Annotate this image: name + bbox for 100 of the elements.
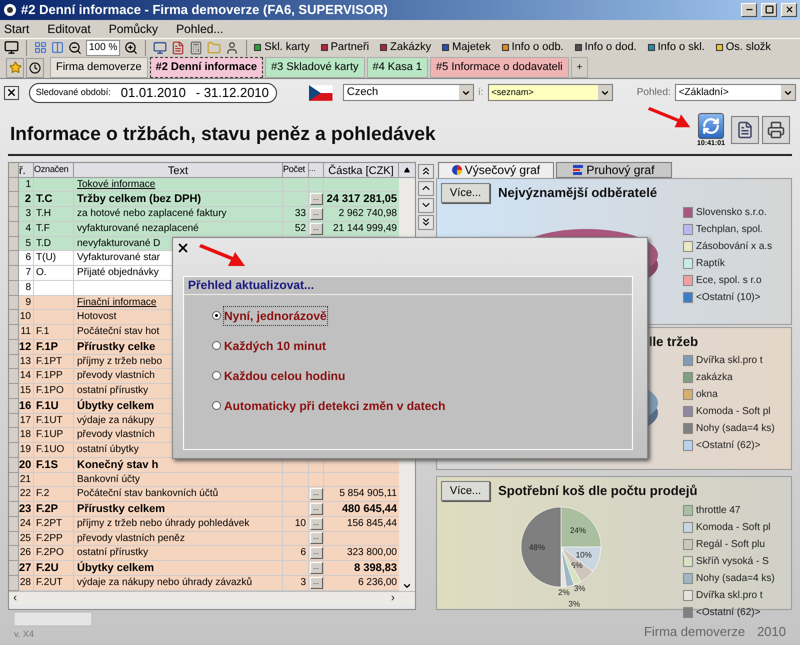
page-title: Informace o tržbách, stavu peněz a pohledávek [10,123,437,147]
view-label: Pohled: [636,86,671,100]
legend-label: Dvířka skl.pro t [696,589,763,603]
code-cell: T.F [36,222,50,234]
code-cell: F.2P [36,503,58,515]
text-cell: Přijaté objednávky [77,267,159,278]
count-cell: 52 [294,222,306,234]
slice-label: 2% [558,588,570,598]
code-cell: F.1UP [36,429,64,440]
text-cell: Vyfakturované star [77,252,160,264]
code-cell: T.D [36,238,51,248]
text-cell: výdaje za nákupy nebo úhrady závazků [77,576,252,588]
code-cell: F.1UT [36,414,63,426]
code-cell: F.1U [36,400,59,412]
legend-label: Slovensko s.r.o. [696,206,767,220]
amount-cell: 2 962 740,98 [338,208,397,219]
legend-label: <Ostatní (62)> [696,439,760,453]
code-cell: F.1 [36,326,50,337]
legend-label: Zásobování x a.s [696,240,772,254]
footer-year: 2010 [757,622,786,640]
text-cell: ostatní úbytky [77,444,139,455]
window-title: #2 Denní informace - Firma demoverze (FA6, SUPERVISOR) [21,1,389,19]
count-cell: 33 [294,208,306,219]
code-cell: F.1PP [36,370,63,382]
chart-title: Nejvýznamější odběratelé [498,184,658,202]
text-cell: převody vlastních [77,370,155,382]
chart-title: lle tržeb [648,332,698,350]
amount-cell: 156 845,44 [346,518,397,529]
code-cell: F.2 [36,488,50,500]
text-cell: Finační informace [77,296,156,308]
text-cell: příjmy z tržeb nebo [77,356,162,366]
text-cell: převody vlastních peněz [77,532,185,544]
legend-label: Komoda - Soft pl [696,521,770,535]
amount-cell: 323 800,00 [346,547,397,558]
filter-label: í: [478,86,484,100]
text-cell: výdaje za nákupy [77,414,154,426]
legend-label: Skříň vysoká - S [696,555,769,569]
legend-label: Nohy (sada=4 ks) [696,572,775,586]
text-cell: Tržby celkem (bez DPH) [77,193,202,206]
text-cell: Konečný stav h [77,458,158,471]
text-cell: Přírustky celke [77,340,156,353]
text-cell: převody vlastních [77,429,155,440]
period-label: Sledované období: [36,86,111,99]
slice-label: 10% [576,550,592,560]
dialog-title: Přehled aktualizovat... [188,277,314,294]
amount-cell: 21 144 999,49 [333,222,397,234]
text-cell: Bankovní účty [77,474,140,484]
text-cell: Počáteční stav hot [77,326,160,337]
text-cell: ostatní přírustky [77,547,148,558]
code-cell: F.2U [36,562,59,574]
chart-title: Spotřební koš dle počtu prodejů [498,482,698,500]
code-cell: T.H [36,208,51,219]
code-cell: F.1PO [36,385,64,396]
count-cell: 6 [300,547,306,558]
slice-label: 24% [570,526,586,536]
amount-cell: 5 854 905,11 [339,488,397,500]
slice-label: 3% [574,584,586,594]
code-cell: F.2PO [36,547,64,558]
slice-label: 6% [570,561,583,570]
slice-label: 3% [568,599,580,608]
amount-cell: 6 236,00 [358,576,397,588]
code-cell: F.1S [36,458,58,471]
code-cell: F.2UT [36,576,63,588]
text-cell: Tokové informace [77,178,156,190]
legend-label: <Ostatní (62)> [696,606,760,620]
text-cell: Přírustky celkem [77,503,166,515]
code-cell: T(U) [36,252,56,264]
code-cell: F.2PT [36,518,62,529]
amount-cell: 8 398,83 [354,562,397,574]
text-cell: Hotovost [77,311,116,322]
code-cell: F.1UO [36,444,64,455]
company-name: Firma demoverze [644,622,746,640]
text-cell: Počáteční stav bankovních účtů [77,488,218,500]
legend-label: Techplan, spol. [696,223,763,237]
code-cell: F.1PT [36,356,62,366]
legend-label: Dvířka skl.pro t [696,354,763,368]
text-cell: za hotové nebo zaplacené faktury [77,208,227,219]
code-cell: F.1P [36,340,58,353]
text-cell: příjmy z tržeb nebo úhrady pohledávek [77,518,250,529]
legend-label: okna [696,388,718,402]
code-cell: F.2PP [36,532,63,544]
legend-label: Nohy (sada=4 ks) [696,422,775,436]
code-cell: O. [36,267,47,278]
count-cell: 3 [300,576,306,588]
text-cell: Úbytky celkem [77,562,154,574]
legend-label: Komoda - Soft pl [696,405,770,419]
legend-label: <Ostatní (10)> [696,291,760,305]
legend-label: Ece, spol. s r.o [696,274,762,288]
legend-label: throttle 47 [696,504,740,518]
text-cell: ostatní přírustky [77,385,148,396]
text-cell: Úbytky celkem [77,400,154,412]
count-cell: 10 [294,518,306,529]
amount-cell: 24 317 281,05 [326,193,397,206]
amount-cell: 480 645,44 [342,503,397,515]
text-cell: nevyfakturované D [77,238,160,248]
legend-label: Raptík [696,257,725,271]
text-cell: vyfakturované nezaplacené [77,222,199,234]
version-label: v. X4 [14,628,35,640]
code-cell: T.C [36,193,52,206]
slice-label: 48% [528,543,545,552]
